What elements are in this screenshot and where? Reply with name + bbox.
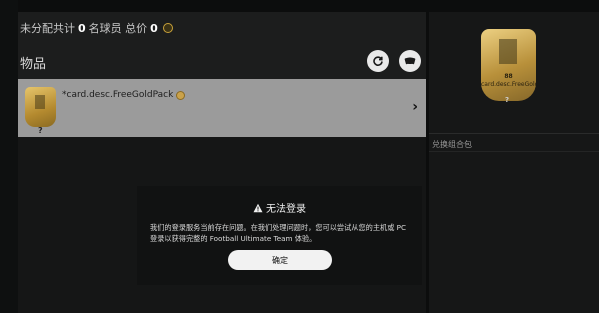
packs-button[interactable] [399,50,421,72]
summary-prefix: 未分配共计 [20,22,75,35]
total-value: 0 [150,21,158,35]
pack-preview-card: 88 card.desc.FreeGoldP... [481,29,536,101]
pack-name-label: *card.desc.FreeGoldPack [62,90,174,100]
dialog-title-text: 无法登录 [266,204,306,215]
unassigned-summary: 未分配共计 0 名球员 总价 0 [20,20,173,36]
backdrop-left [0,0,18,313]
coin-icon [162,23,173,33]
refresh-button[interactable] [367,50,389,72]
pack-list-item[interactable]: ? *card.desc.FreeGoldPack › [18,79,426,137]
cards-icon [404,57,416,65]
card-quantity-mark: ? [505,96,510,104]
redeem-bundle-label[interactable]: 兑换组合包 [432,139,472,150]
chevron-right-icon: › [412,99,418,115]
gold-pack-thumbnail [25,87,56,127]
panel-divider [429,151,599,152]
panel-divider [429,133,599,134]
pack-name: *card.desc.FreeGoldPack [62,90,186,100]
player-count: 0 [78,21,86,35]
items-title: 物品 [20,57,47,72]
summary-middle: 名球员 总价 [88,22,148,35]
coin-icon [176,90,186,100]
card-name: card.desc.FreeGoldP... [481,81,536,88]
card-player-silhouette [499,39,517,64]
refresh-icon [373,56,383,66]
dialog-title: 无法登录 [137,200,422,215]
confirm-button[interactable]: 确定 [228,250,332,270]
dialog-message: 我们的登录服务当前存在问题。在我们处理问题时，您可以尝试从您的主机或 PC 登录… [150,223,407,243]
warning-icon [253,203,263,212]
card-rating: 88 [504,73,513,80]
pack-quantity-mark: ? [38,126,43,135]
